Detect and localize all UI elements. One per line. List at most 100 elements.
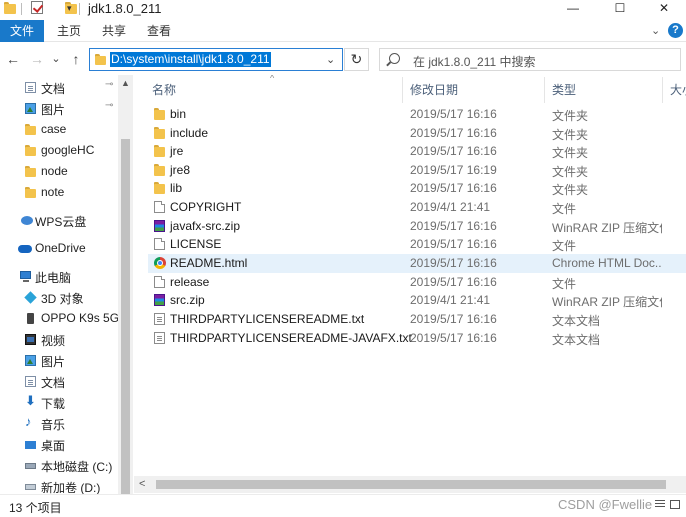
file-type: 文件夹 [552, 183, 589, 197]
file-type: 文件夹 [552, 128, 589, 142]
file-row[interactable]: javafx-src.zip 2019/5/17 16:16 WinRAR ZI… [148, 217, 686, 236]
file-row[interactable]: release 2019/5/17 16:16 文件 [148, 273, 686, 292]
folder-icon [25, 166, 36, 177]
address-path[interactable]: D:\system\install\jdk1.8.0_211 [110, 52, 271, 67]
file-date: 2019/5/17 16:16 [410, 181, 497, 195]
download-icon: ⬇ [25, 393, 36, 408]
properties-check-icon[interactable] [31, 1, 43, 14]
sidebar-item-documents-pinned[interactable]: 文档 ⊸ [0, 77, 118, 98]
column-header-date[interactable]: 修改日期 [410, 81, 458, 98]
file-row[interactable]: jre8 2019/5/17 16:19 文件夹 [148, 161, 686, 180]
column-header-size[interactable]: 大小 [670, 81, 686, 98]
sidebar-item-label: 此电脑 [35, 271, 72, 285]
file-row[interactable]: src.zip 2019/4/1 21:41 WinRAR ZIP 压缩文件 [148, 291, 686, 310]
ribbon-expand-icon[interactable]: ⌄ [651, 24, 660, 37]
file-row[interactable]: jre 2019/5/17 16:16 文件夹 [148, 142, 686, 161]
quick-access-dropdown-icon[interactable]: ▾ [67, 3, 72, 14]
sidebar-item-local-disk-c[interactable]: 本地磁盘 (C:) [0, 455, 118, 476]
file-row[interactable]: LICENSE 2019/5/17 16:16 文件 [148, 235, 686, 254]
file-row-selected[interactable]: README.html 2019/5/17 16:16 Chrome HTML … [148, 254, 686, 273]
refresh-button[interactable]: ↻ [344, 48, 369, 71]
tab-file[interactable]: 文件 [0, 20, 44, 42]
large-icons-view-icon[interactable] [670, 500, 680, 509]
sidebar-item-downloads[interactable]: ⬇ 下载 [0, 392, 118, 413]
text-file-icon [154, 332, 165, 344]
picture-icon [25, 355, 36, 366]
sidebar-item-label: 下载 [41, 397, 66, 411]
back-button[interactable]: ← [4, 49, 22, 69]
sidebar-item-case[interactable]: case [0, 119, 118, 140]
scroll-up-icon[interactable]: ▲ [121, 78, 130, 88]
address-dropdown-icon[interactable]: ⌄ [326, 53, 335, 66]
sidebar-item-3d-objects[interactable]: 3D 对象 [0, 287, 118, 308]
scrollbar-thumb[interactable] [121, 139, 130, 495]
sidebar-item-pictures-pinned[interactable]: 图片 ⊸ [0, 98, 118, 119]
file-name: README.html [170, 256, 248, 270]
sidebar-item-label: 新加卷 (D:) [41, 481, 101, 494]
sidebar-item-googlehc[interactable]: googleHC [0, 140, 118, 161]
sidebar-item-this-pc[interactable]: 此电脑 [0, 266, 118, 287]
column-header-type[interactable]: 类型 [552, 81, 576, 98]
file-row[interactable]: bin 2019/5/17 16:16 文件夹 [148, 105, 686, 124]
sidebar-item-label: node [41, 164, 68, 178]
address-folder-icon [95, 54, 106, 65]
file-list-horizontal-scrollbar[interactable]: < [134, 476, 686, 493]
minimize-button[interactable]: — [550, 0, 596, 18]
file-row[interactable]: COPYRIGHT 2019/4/1 21:41 文件 [148, 198, 686, 217]
file-row[interactable]: THIRDPARTYLICENSEREADME.txt 2019/5/17 16… [148, 310, 686, 329]
help-icon[interactable]: ? [668, 23, 683, 38]
sidebar-item-label: 音乐 [41, 418, 66, 432]
column-divider[interactable] [402, 77, 403, 103]
3d-objects-icon [24, 291, 37, 304]
tab-home[interactable]: 主页 [57, 20, 81, 42]
tab-view[interactable]: 查看 [147, 20, 171, 42]
sidebar-item-music[interactable]: ♪ 音乐 [0, 413, 118, 434]
details-view-icon[interactable] [655, 500, 665, 509]
file-icon [154, 201, 165, 213]
ribbon-tabs: 文件 主页 共享 查看 ⌄ ? [0, 20, 686, 42]
forward-button[interactable]: → [28, 49, 46, 69]
folder-icon [154, 127, 165, 139]
sidebar-item-phone[interactable]: OPPO K9s 5G [0, 308, 118, 329]
close-button[interactable]: ✕ [641, 0, 686, 18]
column-header-name[interactable]: 名称 [152, 81, 176, 98]
scrollbar-thumb[interactable] [156, 480, 666, 489]
address-bar[interactable]: D:\system\install\jdk1.8.0_211 ⌄ [89, 48, 343, 71]
column-divider[interactable] [544, 77, 545, 103]
navigation-pane-scrollbar[interactable]: ▲ [118, 75, 133, 495]
sidebar-item-wps-cloud[interactable]: WPS云盘 [0, 210, 118, 231]
sidebar-item-videos[interactable]: 视频 [0, 329, 118, 350]
file-name: lib [170, 181, 183, 195]
sidebar-item-drive-d[interactable]: 新加卷 (D:) [0, 476, 118, 494]
title-separator [21, 3, 22, 15]
sidebar-item-pictures[interactable]: 图片 [0, 350, 118, 371]
tab-share[interactable]: 共享 [102, 20, 126, 42]
sidebar-item-label: 文档 [41, 82, 66, 96]
file-date: 2019/5/17 16:16 [410, 331, 497, 345]
file-row[interactable]: include 2019/5/17 16:16 文件夹 [148, 124, 686, 143]
file-name: LICENSE [170, 237, 222, 251]
desktop-icon [25, 441, 36, 449]
document-icon [25, 376, 36, 387]
column-divider[interactable] [662, 77, 663, 103]
file-icon [154, 276, 165, 288]
file-date: 2019/5/17 16:16 [410, 275, 497, 289]
sidebar-item-documents[interactable]: 文档 [0, 371, 118, 392]
sidebar-item-onedrive[interactable]: OneDrive [0, 238, 118, 259]
maximize-button[interactable]: ☐ [597, 0, 643, 18]
search-placeholder[interactable]: 在 jdk1.8.0_211 中搜索 [413, 53, 536, 70]
winrar-zip-icon [154, 220, 165, 232]
sidebar-item-note[interactable]: note [0, 182, 118, 203]
pin-icon: ⊸ [105, 100, 114, 111]
recent-locations-button[interactable]: ⌄ [47, 49, 65, 69]
scroll-left-icon[interactable]: < [139, 478, 145, 490]
file-row[interactable]: lib 2019/5/17 16:16 文件夹 [148, 179, 686, 198]
sidebar-item-desktop[interactable]: 桌面 [0, 434, 118, 455]
sidebar-item-label: case [41, 122, 67, 136]
chrome-html-icon [154, 257, 166, 269]
sidebar-item-node[interactable]: node [0, 161, 118, 182]
search-box[interactable]: 在 jdk1.8.0_211 中搜索 [379, 48, 681, 71]
up-button[interactable]: ↑ [67, 49, 85, 69]
file-row[interactable]: THIRDPARTYLICENSEREADME-JAVAFX.txt 2019/… [148, 329, 686, 348]
window-folder-icon [4, 2, 16, 14]
